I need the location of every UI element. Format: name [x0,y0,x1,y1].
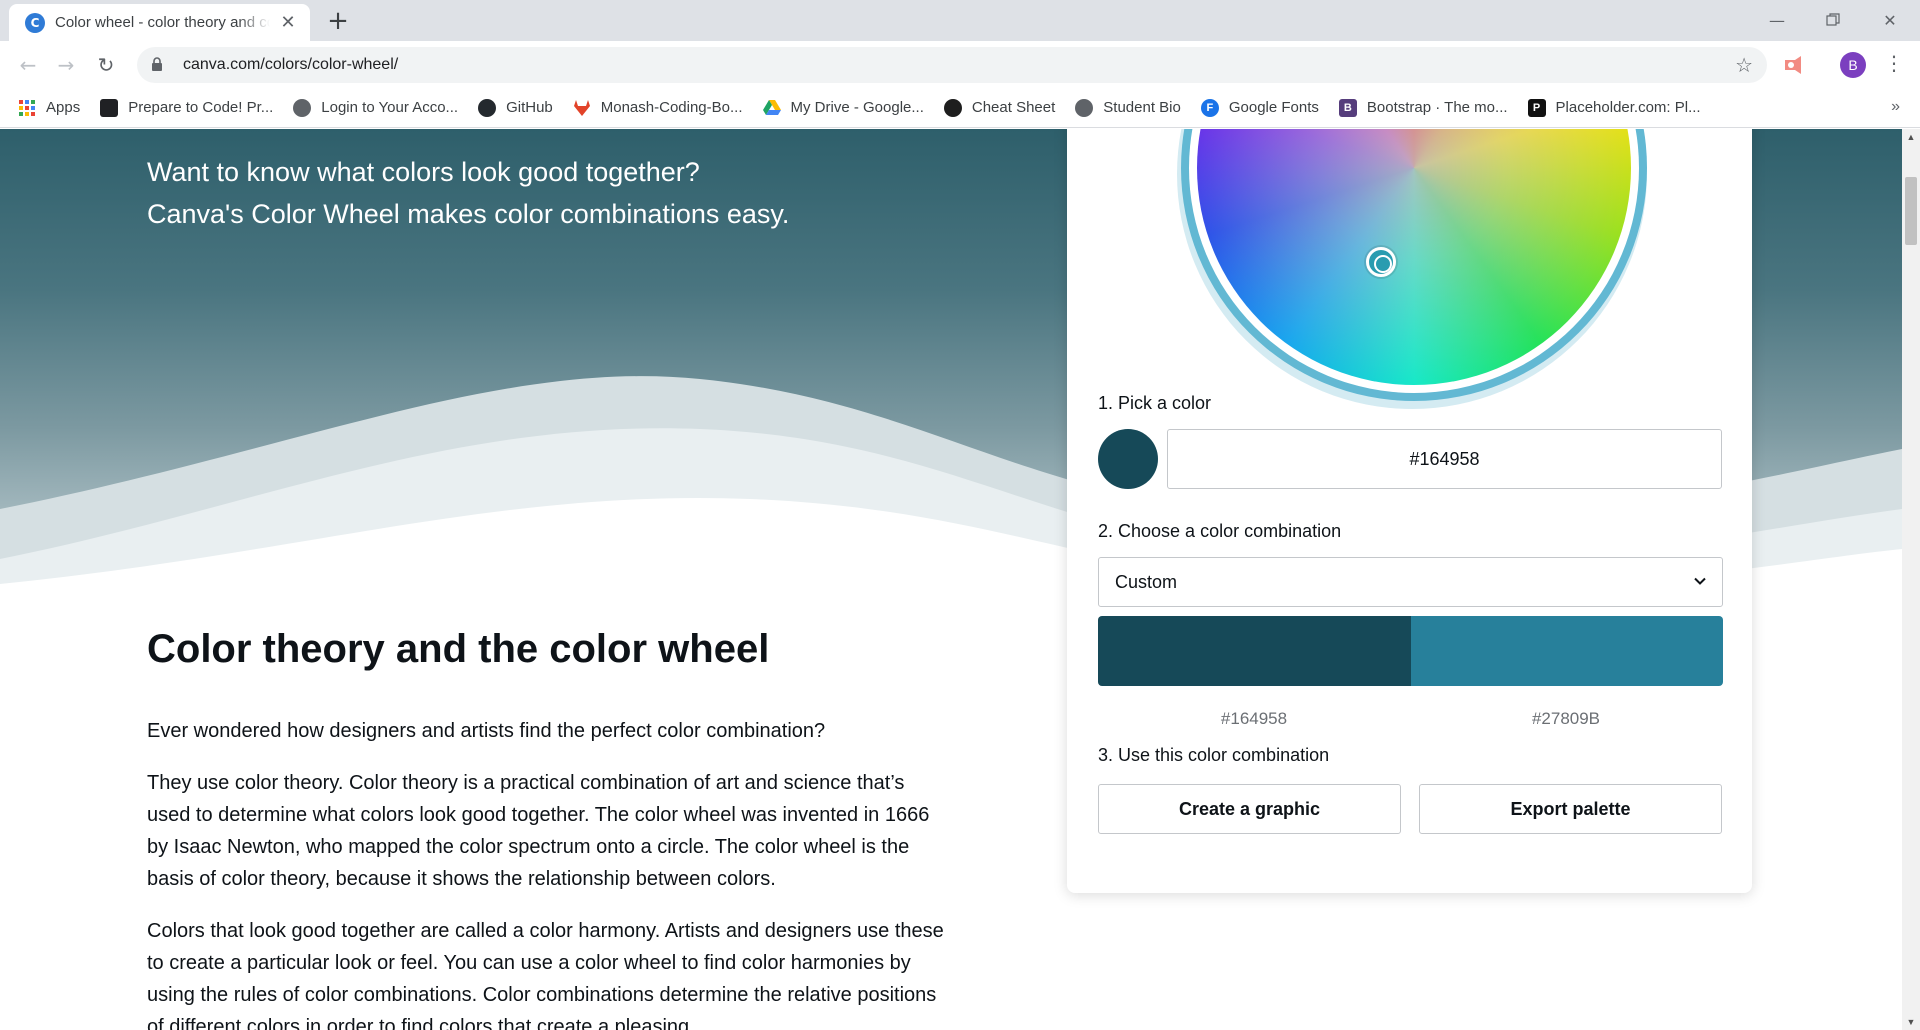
bookmark-student-bio[interactable]: Student Bio [1075,98,1181,117]
bootstrap-icon: B [1338,98,1357,117]
color-wheel-card: 1. Pick a color #164958 2. Choose a colo… [1067,129,1752,893]
bookmark-label: Monash-Coding-Bo... [600,99,743,116]
placeholder-icon: P [1527,98,1546,117]
combination-value: Custom [1115,572,1178,592]
bookmark-label: My Drive - Google... [790,99,924,116]
drive-icon [762,99,781,117]
bookmarks-overflow-icon[interactable]: » [1891,98,1900,116]
close-tab-icon[interactable]: ✕ [278,12,298,33]
bookmark-label: GitHub [506,99,553,116]
gitlab-icon [573,99,591,117]
github-icon [478,98,497,117]
bookmark-label: Login to Your Acco... [321,99,459,116]
bookmark-label: Placeholder.com: Pl... [1555,99,1701,116]
bookmark-drive[interactable]: My Drive - Google... [762,99,924,117]
export-palette-button[interactable]: Export palette [1419,784,1722,834]
address-bar[interactable]: canva.com/colors/color-wheel/ ☆ [137,47,1767,83]
bookmark-label: Cheat Sheet [971,99,1056,116]
browser-tab[interactable]: C Color wheel - color theory and color c… [9,4,310,41]
page-viewport: Want to know what colors look good toget… [0,129,1902,1030]
bookmark-google-fonts[interactable]: F Google Fonts [1200,98,1319,117]
hero-text: Want to know what colors look good toget… [147,151,789,235]
hex-color-input[interactable]: #164958 [1167,429,1722,489]
create-graphic-button[interactable]: Create a graphic [1098,784,1401,834]
close-window-icon[interactable]: ✕ [1862,4,1918,36]
globe-icon [1075,98,1094,117]
palette-hex-label: #164958 [1220,709,1288,728]
forward-arrow-icon[interactable]: → [50,49,82,81]
scroll-down-icon[interactable]: ▼ [1902,1014,1920,1030]
chevron-down-icon [1694,577,1706,585]
bookmark-star-icon[interactable]: ☆ [1735,53,1753,77]
palette-hex-label: #27809B [1531,709,1601,728]
hero-line-2: Canva's Color Wheel makes color combinat… [147,199,790,229]
extension-icon[interactable] [1782,54,1806,76]
scroll-up-icon[interactable]: ▲ [1902,129,1920,145]
restore-window-icon[interactable] [1805,4,1861,36]
bookmark-monash[interactable]: Monash-Coding-Bo... [573,99,743,117]
browser-toolbar: ← → ↻ canva.com/colors/color-wheel/ ☆ B … [0,41,1920,88]
tab-strip: C Color wheel - color theory and color c… [0,0,1920,41]
bookmark-label: Prepare to Code! Pr... [128,99,274,116]
page-scrollbar[interactable]: ▲ ▼ [1902,129,1920,1030]
bookmark-github[interactable]: GitHub [478,98,553,117]
article-paragraph: They use color theory. Color theory is a… [147,772,930,890]
browser-menu-icon[interactable]: ⋮ [1884,51,1904,75]
minimize-window-icon[interactable]: — [1749,4,1805,36]
google-fonts-icon: F [1200,98,1219,117]
book-icon [100,98,119,117]
bookmark-label: Apps [46,99,81,116]
combination-select[interactable]: Custom [1098,557,1723,607]
scroll-thumb[interactable] [1905,177,1917,245]
bookmark-apps[interactable]: Apps [18,99,80,117]
picked-color-swatch[interactable] [1098,429,1158,489]
url-text: canva.com/colors/color-wheel/ [183,56,399,73]
new-tab-button[interactable]: + [324,8,352,36]
apps-grid-icon [18,99,36,117]
palette-swatch[interactable] [1410,616,1723,686]
article-paragraph: Colors that look good together are calle… [147,920,944,1030]
color-wheel-handle[interactable] [1366,247,1396,277]
bookmarks-bar: Apps Prepare to Code! Pr... Login to You… [0,88,1920,128]
step-2-label: 2. Choose a color combination [1098,521,1342,541]
palette-preview [1098,616,1723,686]
cheat-sheet-icon [943,98,962,117]
hero-line-1: Want to know what colors look good toget… [147,157,700,187]
bookmark-login[interactable]: Login to Your Acco... [293,98,459,117]
reload-icon[interactable]: ↻ [90,49,122,81]
step-1-label: 1. Pick a color [1098,393,1212,413]
bookmark-cheat-sheet[interactable]: Cheat Sheet [943,98,1056,117]
bookmark-label: Student Bio [1103,99,1181,116]
bookmark-placeholder[interactable]: P Placeholder.com: Pl... [1527,98,1701,117]
bookmark-label: Bootstrap · The mo... [1366,99,1508,116]
palette-swatch[interactable] [1098,616,1411,686]
tab-title: Color wheel - color theory and color com… [55,14,270,31]
page-title: Color theory and the color wheel [147,627,770,671]
back-arrow-icon[interactable]: ← [12,49,44,81]
globe-icon [293,98,312,117]
article-paragraph: Ever wondered how designers and artists … [147,720,826,742]
bookmark-prepare-to-code[interactable]: Prepare to Code! Pr... [100,98,274,117]
card-clip: 1. Pick a color #164958 2. Choose a colo… [1067,129,1752,893]
bookmark-label: Google Fonts [1228,99,1319,116]
lock-icon [151,57,165,73]
step-3-label: 3. Use this color combination [1098,745,1330,765]
bookmark-bootstrap[interactable]: B Bootstrap · The mo... [1338,98,1508,117]
profile-avatar[interactable]: B [1840,52,1866,78]
canva-favicon-icon: C [25,12,45,33]
